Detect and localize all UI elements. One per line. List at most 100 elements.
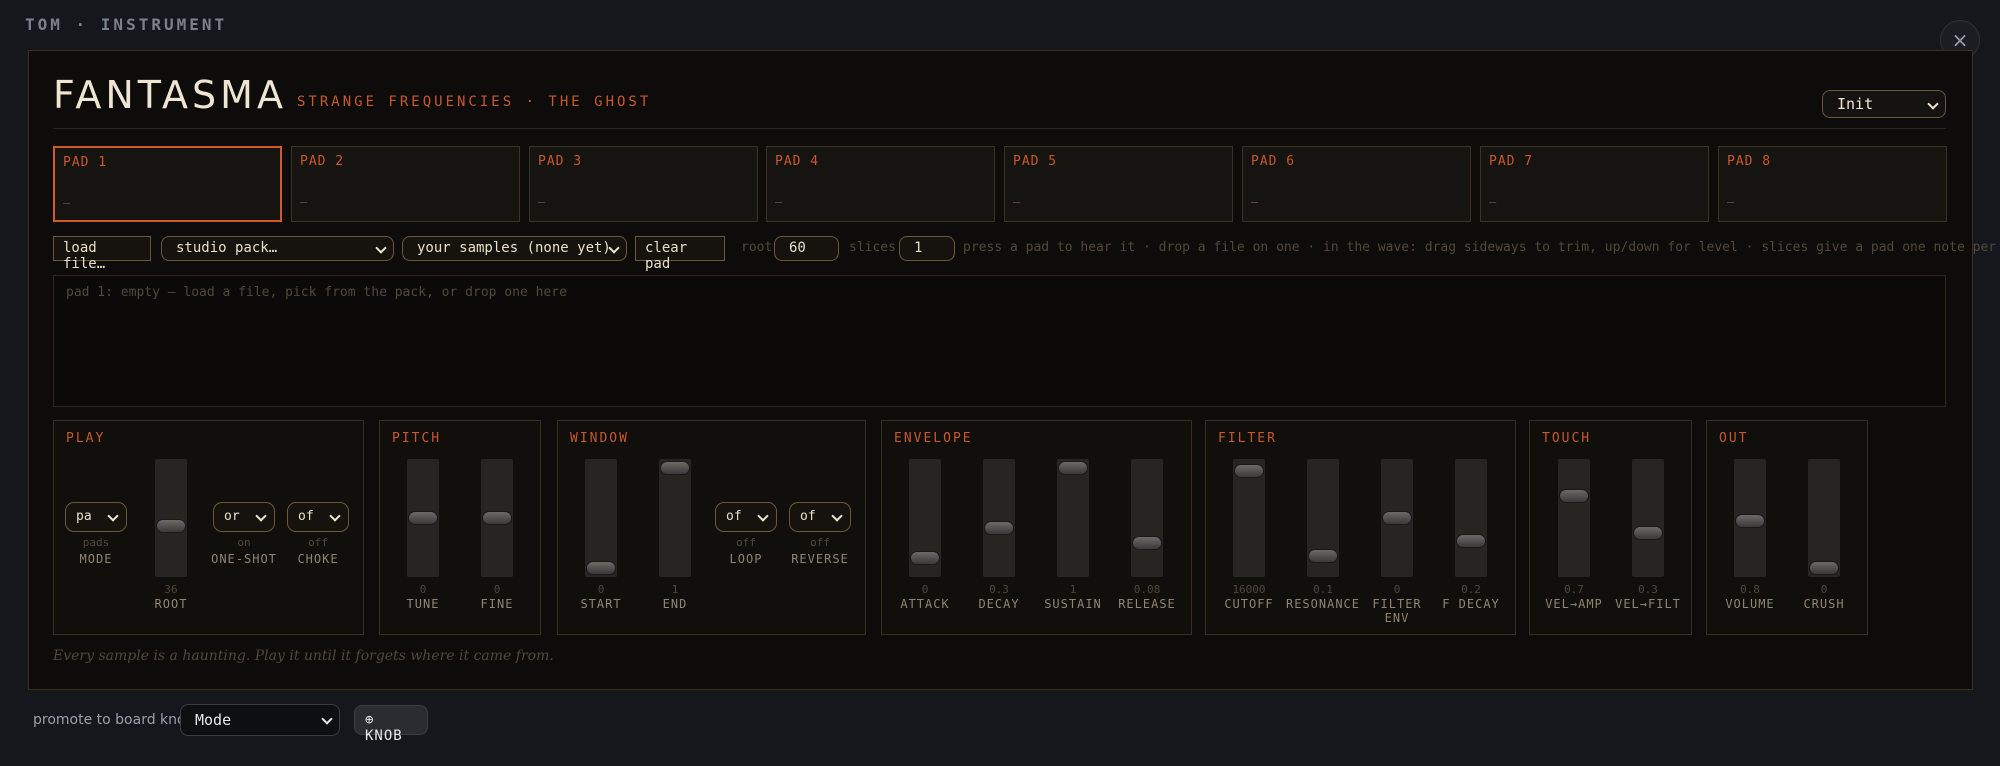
resonance-label: RESONANCE bbox=[1285, 597, 1361, 611]
slider-thumb[interactable] bbox=[1058, 461, 1088, 475]
vel-filt-slider[interactable] bbox=[1632, 459, 1664, 577]
pad-1[interactable]: PAD 1 – bbox=[53, 146, 282, 222]
slider-thumb[interactable] bbox=[984, 521, 1014, 535]
chevron-down-icon bbox=[375, 242, 387, 254]
crush-slider[interactable] bbox=[1808, 459, 1840, 577]
release-slider[interactable] bbox=[1131, 459, 1163, 577]
f-decay-slider[interactable] bbox=[1455, 459, 1487, 577]
pad-label: PAD 3 bbox=[538, 154, 583, 169]
mode-select[interactable]: pa bbox=[65, 502, 127, 532]
volume-value: 0.8 bbox=[1740, 583, 1760, 596]
slider-thumb[interactable] bbox=[586, 561, 616, 575]
pad-value: – bbox=[1013, 195, 1021, 209]
attack-value: 0 bbox=[921, 583, 929, 596]
f-decay-value: 0.2 bbox=[1461, 583, 1481, 596]
resonance-slider[interactable] bbox=[1307, 459, 1339, 577]
brand-tagline: STRANGE FREQUENCIES · THE GHOST bbox=[297, 94, 652, 110]
slider-thumb[interactable] bbox=[1456, 534, 1486, 548]
chevron-down-icon bbox=[757, 510, 769, 522]
fine-slider[interactable] bbox=[481, 459, 513, 577]
out-group: OUT 0.8 VOLUME 0 CRUSH bbox=[1706, 420, 1868, 635]
decay-slider[interactable] bbox=[983, 459, 1015, 577]
pad-value: – bbox=[775, 195, 783, 209]
pad-label: PAD 4 bbox=[775, 154, 820, 169]
pad-4[interactable]: PAD 4 – bbox=[766, 146, 995, 222]
group-title: PLAY bbox=[66, 431, 106, 446]
tune-slider[interactable] bbox=[407, 459, 439, 577]
mode-sub: pads bbox=[82, 536, 110, 549]
sustain-slider[interactable] bbox=[1057, 459, 1089, 577]
root-slider[interactable] bbox=[155, 459, 187, 577]
load-file-button[interactable]: load file… bbox=[53, 236, 151, 272]
pad-5[interactable]: PAD 5 – bbox=[1004, 146, 1233, 222]
root-input[interactable]: 60 bbox=[774, 236, 839, 261]
pad-6[interactable]: PAD 6 – bbox=[1242, 146, 1471, 222]
loop-value: of bbox=[726, 509, 742, 524]
filter-env-label: FILTER ENV bbox=[1372, 597, 1422, 625]
vel-amp-slider[interactable] bbox=[1558, 459, 1590, 577]
chevron-down-icon bbox=[1927, 98, 1939, 110]
vel-amp-value: 0.7 bbox=[1564, 583, 1584, 596]
pad-value: – bbox=[63, 196, 71, 210]
slider-thumb[interactable] bbox=[660, 461, 690, 475]
touch-group: TOUCH 0.7 VEL→AMP 0.3 VEL→FILT bbox=[1529, 420, 1692, 635]
group-title: WINDOW bbox=[570, 431, 629, 446]
one-shot-select[interactable]: or bbox=[213, 502, 275, 532]
preset-select[interactable]: Init bbox=[1822, 90, 1946, 118]
choke-select[interactable]: of bbox=[287, 502, 349, 532]
promote-label: promote to board knob: bbox=[33, 712, 200, 728]
end-slider[interactable] bbox=[659, 459, 691, 577]
preset-value: Init bbox=[1837, 95, 1874, 113]
end-label: END bbox=[662, 597, 688, 611]
pad-2[interactable]: PAD 2 – bbox=[291, 146, 520, 222]
pad-label: PAD 2 bbox=[300, 154, 345, 169]
studio-pack-select[interactable]: studio pack… bbox=[161, 236, 394, 261]
loop-select[interactable]: of bbox=[715, 502, 777, 532]
slider-thumb[interactable] bbox=[1132, 536, 1162, 550]
choke-label: CHOKE bbox=[297, 552, 339, 566]
cutoff-slider[interactable] bbox=[1233, 459, 1265, 577]
pad-label: PAD 8 bbox=[1727, 154, 1772, 169]
slider-thumb[interactable] bbox=[156, 519, 186, 533]
filter-env-slider[interactable] bbox=[1381, 459, 1413, 577]
crush-label: CRUSH bbox=[1803, 597, 1845, 611]
pad-label: PAD 1 bbox=[63, 155, 108, 170]
chevron-down-icon bbox=[831, 510, 843, 522]
waveform-area[interactable]: pad 1: empty — load a file, pick from th… bbox=[53, 275, 1946, 407]
pad-7[interactable]: PAD 7 – bbox=[1480, 146, 1709, 222]
slider-thumb[interactable] bbox=[1382, 511, 1412, 525]
pad-8[interactable]: PAD 8 – bbox=[1718, 146, 1947, 222]
add-knob-button[interactable]: ⊕ KNOB bbox=[354, 705, 428, 744]
start-slider[interactable] bbox=[585, 459, 617, 577]
pad-label: PAD 6 bbox=[1251, 154, 1296, 169]
slider-thumb[interactable] bbox=[910, 551, 940, 565]
slider-thumb[interactable] bbox=[1308, 549, 1338, 563]
slider-thumb[interactable] bbox=[1559, 489, 1589, 503]
slices-input[interactable]: 1 bbox=[899, 236, 955, 261]
cutoff-label: CUTOFF bbox=[1224, 597, 1274, 611]
attack-slider[interactable] bbox=[909, 459, 941, 577]
pad-value: – bbox=[1489, 195, 1497, 209]
slider-thumb[interactable] bbox=[1234, 464, 1264, 478]
one-shot-sub: on bbox=[237, 536, 251, 549]
slider-thumb[interactable] bbox=[482, 511, 512, 525]
release-value: 0.08 bbox=[1133, 583, 1161, 596]
promote-select[interactable]: Mode bbox=[180, 704, 340, 736]
fine-label: FINE bbox=[480, 597, 514, 611]
chevron-down-icon bbox=[321, 713, 333, 725]
volume-slider[interactable] bbox=[1734, 459, 1766, 577]
crush-value: 0 bbox=[1820, 583, 1828, 596]
usage-hint: press a pad to hear it · drop a file on … bbox=[963, 240, 2000, 255]
slider-thumb[interactable] bbox=[408, 511, 438, 525]
end-value: 1 bbox=[671, 583, 679, 596]
clear-pad-button[interactable]: clear pad bbox=[635, 236, 725, 272]
pad-3[interactable]: PAD 3 – bbox=[529, 146, 758, 222]
reverse-select[interactable]: of bbox=[789, 502, 851, 532]
slider-thumb[interactable] bbox=[1633, 526, 1663, 540]
brand-title: FANTASMA bbox=[53, 73, 287, 117]
slider-thumb[interactable] bbox=[1735, 514, 1765, 528]
slider-thumb[interactable] bbox=[1809, 561, 1839, 575]
volume-label: VOLUME bbox=[1725, 597, 1775, 611]
chevron-down-icon bbox=[329, 510, 341, 522]
your-samples-select[interactable]: your samples (none yet) bbox=[402, 236, 627, 261]
